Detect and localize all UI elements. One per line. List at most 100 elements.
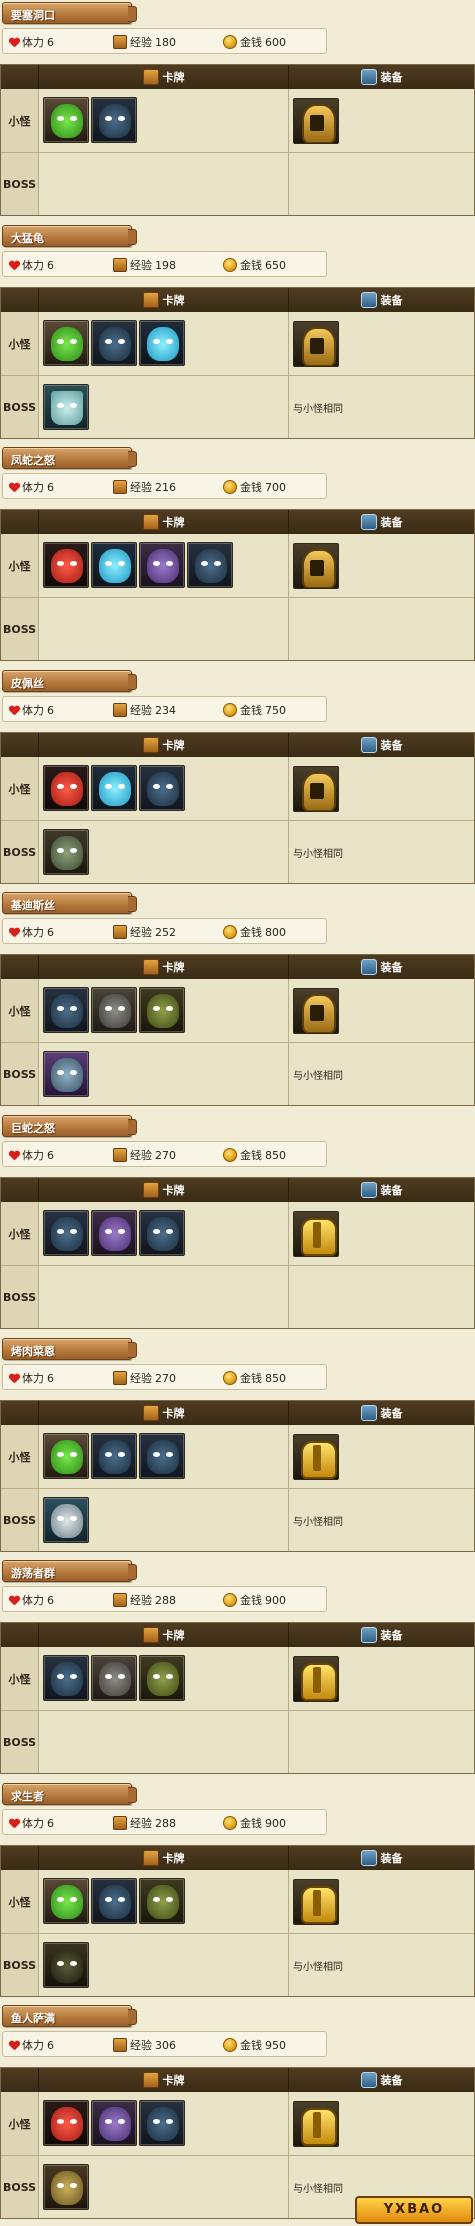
helmet-equipment-icon[interactable] <box>293 542 339 589</box>
minion-cards <box>39 1202 289 1265</box>
stage-title: 大猛龟 <box>2 225 137 247</box>
drop-table: 卡牌 装备 小怪 BOSS <box>0 1177 475 1329</box>
monster-card-fish[interactable] <box>43 2164 89 2210</box>
monster-card-wizard[interactable] <box>43 1051 89 1097</box>
monster-card-red[interactable] <box>43 2100 89 2146</box>
drop-table-header: 卡牌 装备 <box>1 288 474 312</box>
monster-card-cyan[interactable] <box>139 320 185 366</box>
boss-cards <box>39 2156 289 2218</box>
monster-card-purple[interactable] <box>91 2100 137 2146</box>
equipment-icon <box>360 959 377 975</box>
helmet-equipment-icon[interactable] <box>293 987 339 1034</box>
monster-card-blue[interactable] <box>139 1210 185 1256</box>
exp-label: 经验 <box>130 704 152 717</box>
monster-card-olive[interactable] <box>139 1655 185 1701</box>
gold-label: 金钱 <box>240 1372 262 1385</box>
heart-icon <box>9 1596 19 1605</box>
stage-title: 游荡者群 <box>2 1560 137 1582</box>
boss-row: BOSS 与小怪相同 <box>1 376 474 438</box>
stage-stats: 体力 6 经验 198 金钱 650 <box>2 251 327 277</box>
header-corner <box>1 2068 39 2092</box>
helmet-equipment-icon[interactable] <box>293 97 339 144</box>
monster-card-red[interactable] <box>43 542 89 588</box>
exp-label: 经验 <box>130 36 152 49</box>
gold-stat: 金钱 750 <box>223 702 286 718</box>
stamina-label: 体力 <box>22 1594 44 1607</box>
monster-card-green[interactable] <box>43 97 89 143</box>
cards-header-label: 卡牌 <box>162 1407 185 1420</box>
cards-column-header: 卡牌 <box>39 1401 289 1425</box>
monster-card-red[interactable] <box>43 765 89 811</box>
minion-row: 小怪 <box>1 1870 474 1934</box>
card-book-icon <box>142 959 159 975</box>
monster-card-zombie[interactable] <box>43 829 89 875</box>
exp-book-icon <box>113 1593 127 1607</box>
monster-card-grey[interactable] <box>91 987 137 1033</box>
monster-card-blue[interactable] <box>187 542 233 588</box>
monster-card-olive[interactable] <box>139 987 185 1033</box>
drop-table-header: 卡牌 装备 <box>1 1623 474 1647</box>
exp-value: 198 <box>155 258 176 272</box>
armor-equipment-icon[interactable] <box>293 1655 339 1702</box>
helmet-equipment-icon[interactable] <box>293 765 339 812</box>
drop-table: 卡牌 装备 小怪 BOSS <box>0 1400 475 1552</box>
header-corner <box>1 1178 39 1202</box>
stamina-label: 体力 <box>22 481 44 494</box>
minion-row: 小怪 <box>1 979 474 1043</box>
drop-table-header: 卡牌 装备 <box>1 955 474 979</box>
equip-header-label: 装备 <box>380 1852 403 1865</box>
monster-card-blue[interactable] <box>91 1878 137 1924</box>
armor-equipment-icon[interactable] <box>293 2100 339 2147</box>
monster-card-grey[interactable] <box>91 1655 137 1701</box>
minion-equip <box>289 534 474 597</box>
minion-cards <box>39 1870 289 1933</box>
boss-row-label: BOSS <box>1 153 39 215</box>
boss-cards <box>39 1043 289 1105</box>
monster-card-green[interactable] <box>43 1433 89 1479</box>
exp-stat: 经验 198 <box>113 257 176 273</box>
helmet-equipment-icon[interactable] <box>293 320 339 367</box>
armor-equipment-icon[interactable] <box>293 1878 339 1925</box>
stamina-label: 体力 <box>22 1372 44 1385</box>
monster-card-blue[interactable] <box>139 765 185 811</box>
monster-card-green[interactable] <box>43 320 89 366</box>
boss-equip: 与小怪相同 <box>289 1043 474 1105</box>
monster-card-blue[interactable] <box>91 320 137 366</box>
equip-header-label: 装备 <box>380 71 403 84</box>
armor-equipment-icon[interactable] <box>293 1210 339 1257</box>
drop-table: 卡牌 装备 小怪 BOSS <box>0 1845 475 1997</box>
card-book-icon <box>142 514 159 530</box>
monster-card-cyan[interactable] <box>91 542 137 588</box>
monster-card-ghost[interactable] <box>43 384 89 430</box>
gold-stat: 金钱 700 <box>223 479 286 495</box>
monster-card-blue[interactable] <box>43 987 89 1033</box>
equipment-icon <box>360 737 377 753</box>
monster-card-blue[interactable] <box>139 1433 185 1479</box>
exp-book-icon <box>113 258 127 272</box>
monster-card-purple[interactable] <box>91 1210 137 1256</box>
monster-card-purple[interactable] <box>139 542 185 588</box>
monster-card-blue[interactable] <box>91 1433 137 1479</box>
armor-equipment-icon[interactable] <box>293 1433 339 1480</box>
stamina-value: 6 <box>47 703 54 717</box>
monster-card-elder[interactable] <box>43 1497 89 1543</box>
heart-icon <box>9 38 19 47</box>
monster-card-blue[interactable] <box>43 1655 89 1701</box>
monster-card-dark[interactable] <box>43 1942 89 1988</box>
minion-row-label: 小怪 <box>1 979 39 1042</box>
exp-value: 234 <box>155 703 176 717</box>
minion-cards <box>39 2092 289 2155</box>
gold-label: 金钱 <box>240 704 262 717</box>
boss-cards <box>39 1934 289 1996</box>
monster-card-blue[interactable] <box>91 97 137 143</box>
monster-card-olive[interactable] <box>139 1878 185 1924</box>
boss-row-label: BOSS <box>1 1266 39 1328</box>
equip-column-header: 装备 <box>289 2068 474 2092</box>
monster-card-green[interactable] <box>43 1878 89 1924</box>
monster-card-blue[interactable] <box>139 2100 185 2146</box>
monster-card-cyan[interactable] <box>91 765 137 811</box>
monster-card-blue[interactable] <box>43 1210 89 1256</box>
exp-value: 270 <box>155 1148 176 1162</box>
equip-column-header: 装备 <box>289 510 474 534</box>
heart-icon <box>9 1374 19 1383</box>
